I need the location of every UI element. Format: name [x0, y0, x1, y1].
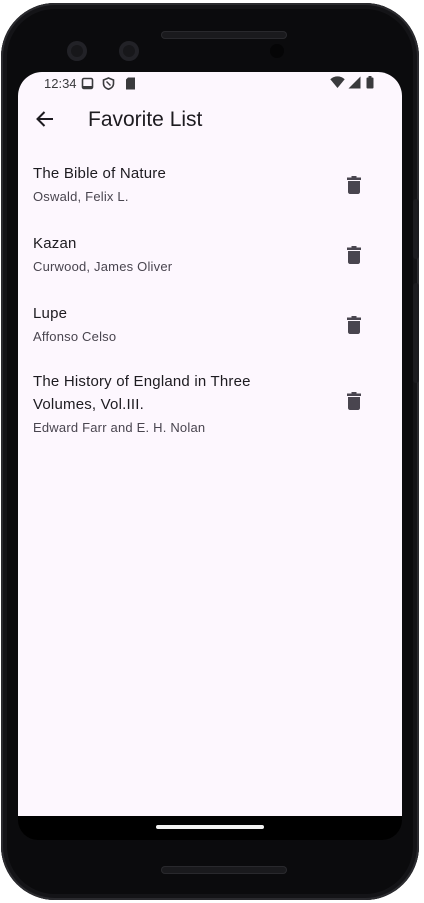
proximity-sensor — [270, 44, 284, 58]
top-app-bar: Favorite List — [18, 96, 402, 148]
book-author: Edward Farr and E. H. Nolan — [33, 420, 206, 435]
status-time: 12:34 — [44, 76, 77, 91]
earpiece-speaker — [161, 31, 287, 39]
volume-button — [413, 199, 419, 259]
delete-icon — [347, 246, 361, 264]
home-handle[interactable] — [156, 825, 264, 829]
shield-icon — [102, 77, 115, 93]
page-title: Favorite List — [88, 108, 203, 131]
list-item[interactable]: The History of England in Three Volumes,… — [18, 364, 402, 450]
book-title: The History of England in Three Volumes,… — [33, 373, 251, 413]
delete-button[interactable] — [343, 244, 365, 266]
battery-icon — [366, 76, 374, 92]
list-item[interactable]: Kazan Curwood, James Oliver — [18, 224, 402, 294]
delete-icon — [347, 316, 361, 334]
delete-button[interactable] — [343, 390, 365, 412]
book-author: Curwood, James Oliver — [33, 259, 173, 274]
delete-button[interactable] — [343, 314, 365, 336]
delete-button[interactable] — [343, 174, 365, 196]
back-button[interactable] — [30, 104, 60, 134]
delete-icon — [347, 392, 361, 410]
list-item[interactable]: The Bible of Nature Oswald, Felix L. — [18, 154, 402, 224]
arrow-back-icon — [36, 111, 53, 127]
favorite-list: The Bible of Nature Oswald, Felix L. Kaz… — [18, 154, 402, 450]
sd-card-icon — [125, 77, 136, 93]
book-title: The Bible of Nature — [33, 165, 167, 182]
delete-icon — [347, 176, 361, 194]
front-camera-icon — [119, 41, 139, 61]
signal-icon — [348, 76, 361, 92]
power-button — [413, 283, 419, 383]
sim-icon — [81, 77, 94, 93]
app-screen: 12:34 Favorite List The Bible of Nature … — [18, 72, 402, 816]
front-camera-icon — [67, 41, 87, 61]
wifi-icon — [330, 76, 345, 92]
list-item[interactable]: Lupe Affonso Celso — [18, 294, 402, 364]
bottom-speaker — [161, 866, 287, 874]
book-author: Affonso Celso — [33, 329, 117, 344]
book-title: Kazan — [33, 235, 77, 252]
status-bar: 12:34 — [18, 72, 402, 96]
gesture-nav-bar — [18, 816, 402, 840]
book-author: Oswald, Felix L. — [33, 189, 129, 204]
book-title: Lupe — [33, 305, 68, 322]
